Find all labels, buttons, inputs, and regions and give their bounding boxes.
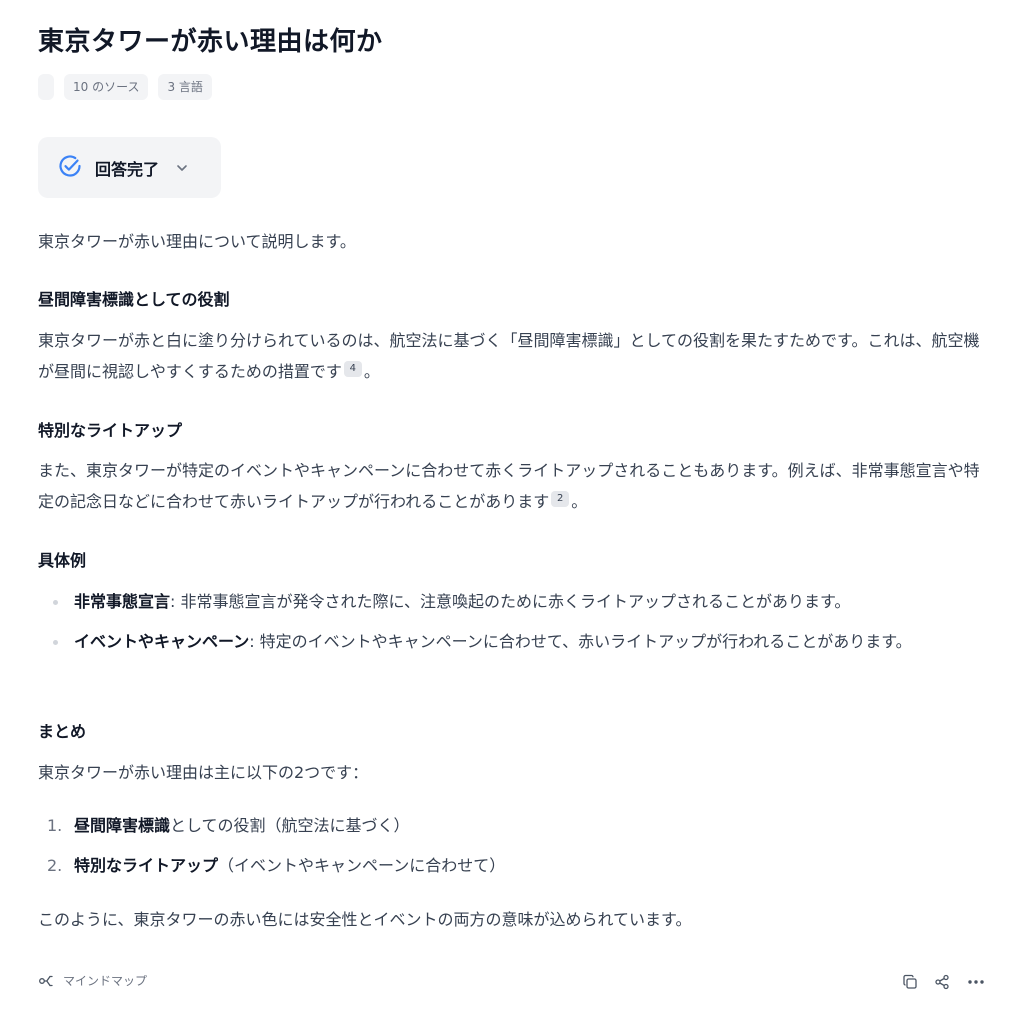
answer-footer: マインドマップ (38, 972, 988, 996)
list-item-bold: 非常事態宣言 (74, 592, 171, 611)
page-title: 東京タワーが赤い理由は何か (38, 27, 383, 57)
paragraph-text: また、東京タワーが特定のイベントやキャンペーンに合わせて赤くライトアップされるこ… (38, 461, 980, 511)
paragraph-tail: 。 (571, 492, 588, 511)
mindmap-button[interactable]: マインドマップ (38, 972, 147, 989)
list-item-bold: 特別なライトアップ (74, 856, 219, 875)
list-item: 1. 昼間障害標識としての役割（航空法に基づく） (38, 806, 988, 846)
bullet-dot (53, 600, 58, 605)
copy-icon[interactable] (902, 974, 918, 990)
check-circle-icon (57, 153, 83, 183)
list-number: 2. (47, 856, 63, 875)
list-item: イベントやキャンペーン: 特定のイベントやキャンペーンに合わせて、赤いライトアッ… (38, 626, 988, 657)
paragraph-tail: 。 (363, 362, 380, 381)
paragraph-text: 東京タワーが赤と白に塗り分けられているのは、航空法に基づく「昼間障害標識」として… (38, 331, 980, 381)
citation-badge[interactable]: 4 (343, 361, 362, 377)
chevron-down-icon (175, 161, 189, 175)
more-icon[interactable] (966, 974, 986, 990)
summary-intro: 東京タワーが赤い理由は主に以下の2つです： (38, 763, 369, 782)
list-item: 2. 特別なライトアップ（イベントやキャンペーンに合わせて） (38, 846, 988, 886)
meta-chips: 10 のソース 3 言語 (38, 74, 212, 100)
list-item-text: （イベントやキャンペーンに合わせて） (218, 856, 506, 875)
summary-conclusion: このように、東京タワーの赤い色には安全性とイベントの両方の意味が込められています… (38, 910, 692, 929)
section-heading: 具体例 (38, 551, 87, 570)
examples-list: 非常事態宣言: 非常事態宣言が発令された際に、注意喚起のために赤くライトアップさ… (38, 586, 988, 657)
list-item-text: としての役割（航空法に基づく） (170, 816, 410, 835)
section-heading: まとめ (38, 722, 87, 741)
share-icon[interactable] (934, 974, 950, 990)
list-item-text: : 特定のイベントやキャンペーンに合わせて、赤いライトアップが行われることがあり… (249, 632, 912, 651)
bullet-dot (53, 640, 58, 645)
section-paragraph: 東京タワーが赤と白に塗り分けられているのは、航空法に基づく「昼間障害標識」として… (38, 325, 988, 387)
list-item-bold: イベントやキャンペーン (74, 632, 250, 651)
list-item: 非常事態宣言: 非常事態宣言が発令された際に、注意喚起のために赤くライトアップさ… (38, 586, 988, 617)
section-heading: 特別なライトアップ (38, 421, 183, 440)
citation-badge[interactable]: 2 (551, 491, 570, 507)
summary-list: 1. 昼間障害標識としての役割（航空法に基づく） 2. 特別なライトアップ（イベ… (38, 806, 988, 886)
section-heading: 昼間障害標識としての役割 (38, 290, 230, 309)
list-item-text: : 非常事態宣言が発令された際に、注意喚起のために赤くライトアップされることがあ… (170, 592, 851, 611)
mindmap-icon (39, 975, 53, 986)
source-favicon-chip[interactable] (38, 74, 54, 100)
section-paragraph: また、東京タワーが特定のイベントやキャンペーンに合わせて赤くライトアップされるこ… (38, 455, 988, 517)
status-label: 回答完了 (95, 159, 160, 179)
answer-actions (902, 974, 986, 990)
mindmap-label: マインドマップ (63, 974, 148, 988)
list-item-bold: 昼間障害標識 (74, 816, 171, 835)
languages-chip[interactable]: 3 言語 (158, 74, 212, 100)
list-number: 1. (47, 816, 63, 835)
answer-status-toggle[interactable]: 回答完了 (38, 137, 221, 198)
sources-chip[interactable]: 10 のソース (64, 74, 149, 100)
answer-intro: 東京タワーが赤い理由について説明します。 (38, 232, 356, 251)
